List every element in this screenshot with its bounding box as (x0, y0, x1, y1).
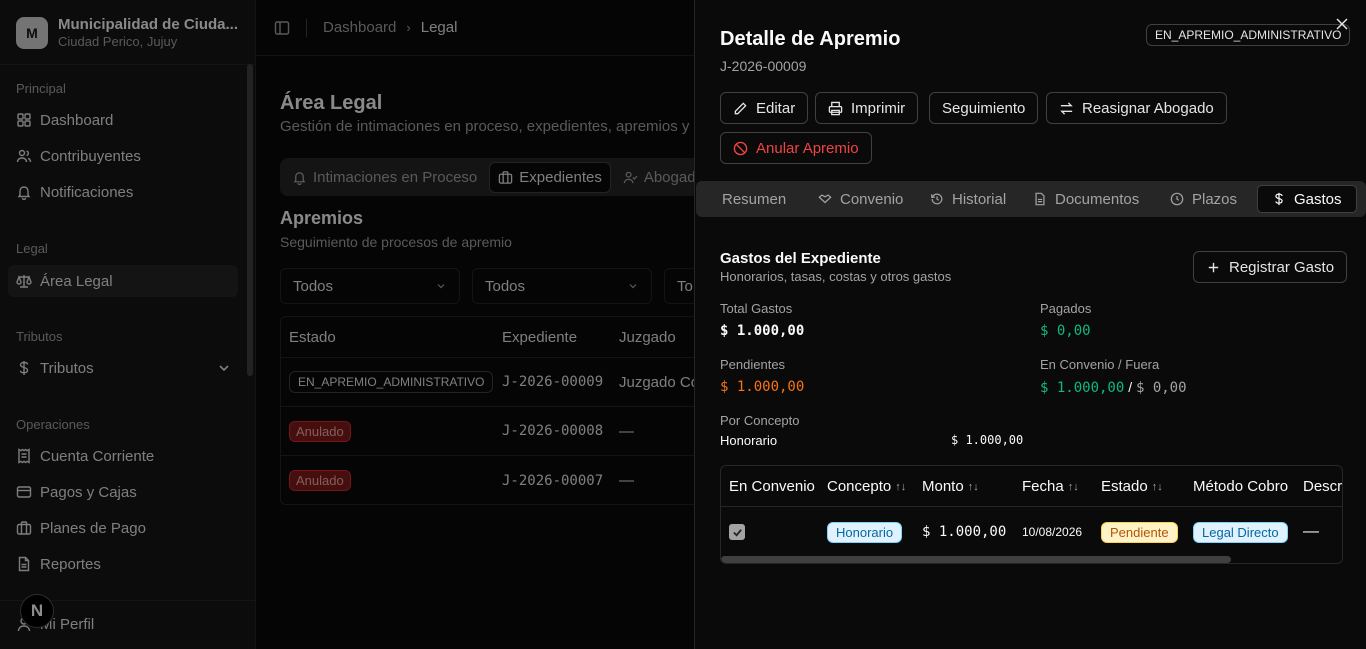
handshake-icon (818, 194, 832, 204)
reassign-lawyer-button[interactable]: Reasignar Abogado (1046, 92, 1227, 124)
edit-button[interactable]: Editar (720, 92, 809, 124)
col-label: Estado (1101, 478, 1148, 495)
dollar-icon (1275, 192, 1283, 206)
gastos-title: Gastos del Expediente (720, 250, 881, 267)
col-metodo-cobro[interactable]: Método Cobro (1193, 466, 1288, 507)
cancel-apremio-button[interactable]: Anular Apremio (720, 132, 872, 164)
col-monto[interactable]: Monto ↑↓ (922, 466, 979, 507)
button-label: Registrar Gasto (1229, 258, 1335, 276)
detail-tabs: Resumen Convenio Historial Documentos Pl… (696, 181, 1366, 217)
tab-label: Convenio (840, 190, 904, 208)
tab-convenio[interactable]: Convenio (804, 185, 917, 213)
col-label: Fecha (1022, 478, 1064, 495)
col-label: En Convenio (729, 478, 815, 495)
pendientes-label: Pendientes (720, 357, 786, 372)
sort-icon: ↑↓ (895, 480, 907, 493)
clock-icon (1170, 192, 1184, 206)
drawer-title: Detalle de Apremio (720, 28, 901, 50)
pagados-label: Pagados (1040, 301, 1092, 316)
col-en-convenio[interactable]: En Convenio (729, 466, 815, 507)
tab-resumen[interactable]: Resumen (708, 185, 800, 213)
convenio-label: En Convenio / Fuera (1040, 357, 1160, 372)
col-label: Concepto (827, 478, 892, 495)
gastos-subtitle: Honorarios, tasas, costas y otros gastos (720, 269, 952, 284)
button-label: Imprimir (851, 99, 906, 117)
history-icon (931, 193, 943, 205)
table-row[interactable]: Honorario $ 1.000,00 10/08/2026 Pendient… (721, 507, 1342, 557)
swap-icon (1060, 101, 1073, 115)
pendientes-value: $ 1.000,00 (720, 379, 805, 395)
tab-label: Documentos (1055, 190, 1140, 208)
col-label: Método Cobro (1193, 478, 1289, 495)
tab-plazos[interactable]: Plazos (1156, 185, 1251, 213)
por-concepto-label: Por Concepto (720, 413, 800, 428)
sort-icon: ↑↓ (1151, 480, 1163, 493)
concepto-value: $ 1.000,00 (951, 433, 1024, 447)
convenio-value: $ 1.000,00 (1040, 380, 1125, 396)
file-text-icon (1035, 192, 1045, 206)
col-concepto[interactable]: Concepto ↑↓ (827, 466, 906, 507)
en-convenio-checkbox[interactable] (729, 524, 745, 540)
col-descripcion[interactable]: Descr (1303, 466, 1342, 507)
tab-label: Historial (952, 190, 1007, 208)
monto-value: $ 1.000,00 (922, 524, 1007, 540)
print-button[interactable]: Imprimir (815, 92, 919, 124)
tab-label: Plazos (1192, 190, 1238, 208)
close-icon[interactable] (1335, 17, 1349, 31)
concepto-name: Honorario (720, 433, 778, 448)
button-label: Reasignar Abogado (1082, 99, 1214, 117)
descripcion-value: — (1303, 523, 1319, 540)
sort-icon: ↑↓ (1067, 480, 1079, 493)
table-header: En Convenio Concepto ↑↓ Monto ↑↓ Fecha ↑↓ E… (721, 466, 1342, 507)
total-value: $ 1.000,00 (720, 323, 805, 339)
drawer-expediente-id: J-2026-00009 (720, 58, 807, 74)
col-estado[interactable]: Estado ↑↓ (1101, 466, 1163, 507)
tab-documentos[interactable]: Documentos (1019, 185, 1153, 213)
pencil-icon (734, 101, 747, 114)
col-label: Descr (1303, 478, 1343, 495)
fecha-value: 10/08/2026 (1022, 525, 1083, 539)
button-label: Editar (756, 99, 796, 117)
button-label: Seguimiento (942, 99, 1026, 117)
tab-gastos[interactable]: Gastos (1257, 185, 1357, 213)
register-expense-button[interactable]: Registrar Gasto (1193, 251, 1348, 283)
apremio-detail-drawer: Detalle de Apremio J-2026-00009 EN_APREM… (694, 0, 1366, 649)
printer-icon (828, 101, 843, 115)
tab-historial[interactable]: Historial (916, 185, 1020, 213)
pagados-value: $ 0,00 (1040, 323, 1091, 339)
metodo-badge: Legal Directo (1193, 521, 1288, 543)
total-label: Total Gastos (720, 301, 793, 316)
sort-icon: ↑↓ (967, 480, 979, 493)
table-horizontal-scrollbar[interactable] (721, 556, 1231, 563)
gastos-table: En Convenio Concepto ↑↓ Monto ↑↓ Fecha ↑↓ E… (720, 465, 1343, 564)
ban-icon (733, 141, 748, 155)
col-fecha[interactable]: Fecha ↑↓ (1022, 466, 1079, 507)
concepto-badge: Honorario (827, 521, 903, 543)
col-label: Monto (922, 478, 964, 495)
tab-label: Gastos (1294, 190, 1342, 208)
fuera-value: $ 0,00 (1135, 380, 1187, 396)
convenio-values: $ 1.000,00 / $ 0,00 (1040, 379, 1187, 396)
plus-icon (1208, 262, 1219, 272)
status-badge: EN_APREMIO_ADMINISTRATIVO (1146, 24, 1351, 46)
seguimiento-button[interactable]: Seguimiento (929, 92, 1039, 124)
button-label: Anular Apremio (756, 139, 859, 157)
convenio-separator: / (1128, 379, 1133, 395)
check-icon (732, 528, 742, 537)
estado-badge: Pendiente (1101, 521, 1178, 543)
tab-label: Resumen (722, 190, 787, 208)
